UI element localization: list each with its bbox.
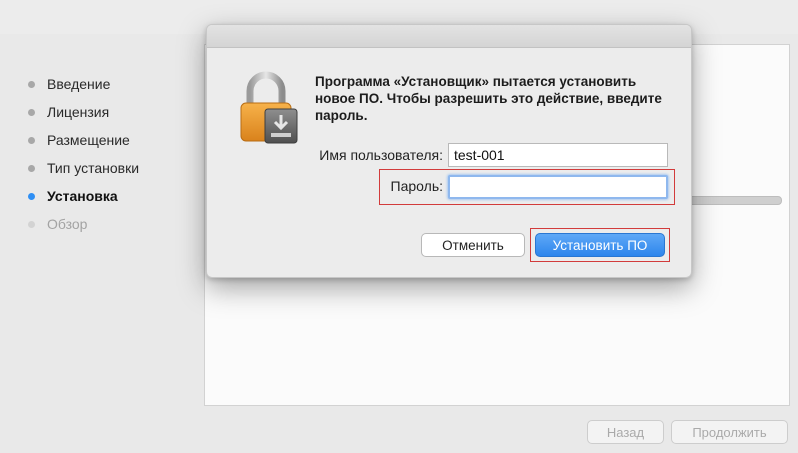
step-label: Тип установки [47, 160, 140, 176]
step-bullet [28, 80, 35, 88]
step-summary: Обзор [28, 210, 139, 238]
step-bullet-current [28, 192, 35, 200]
step-label: Обзор [47, 216, 88, 232]
step-bullet [28, 108, 35, 116]
username-field[interactable]: test-001 [448, 143, 668, 167]
step-label: Установка [47, 188, 118, 204]
step-install-type: Тип установки [28, 154, 139, 182]
step-bullet [28, 164, 35, 172]
username-label: Имя пользователя: [319, 147, 443, 163]
step-label: Размещение [47, 132, 130, 148]
continue-button[interactable]: Продолжить [671, 420, 788, 444]
lock-icon [237, 71, 301, 147]
install-software-button[interactable]: Установить ПО [535, 233, 665, 257]
cancel-button[interactable]: Отменить [421, 233, 525, 257]
dialog-titlebar [207, 25, 691, 48]
password-label: Пароль: [390, 178, 443, 194]
dialog-message: Программа «Установщик» пытается установи… [315, 74, 662, 123]
step-label: Введение [47, 76, 111, 92]
installer-steps-sidebar: Введение Лицензия Размещение Тип установ… [28, 70, 139, 238]
step-destination: Размещение [28, 126, 139, 154]
auth-dialog: Программа «Установщик» пытается установи… [206, 24, 692, 278]
step-installation: Установка [28, 182, 139, 210]
step-bullet [28, 220, 35, 228]
step-bullet [28, 136, 35, 144]
back-button[interactable]: Назад [587, 420, 664, 444]
step-label: Лицензия [47, 104, 110, 120]
password-field[interactable] [448, 175, 668, 199]
step-intro: Введение [28, 70, 139, 98]
step-license: Лицензия [28, 98, 139, 126]
